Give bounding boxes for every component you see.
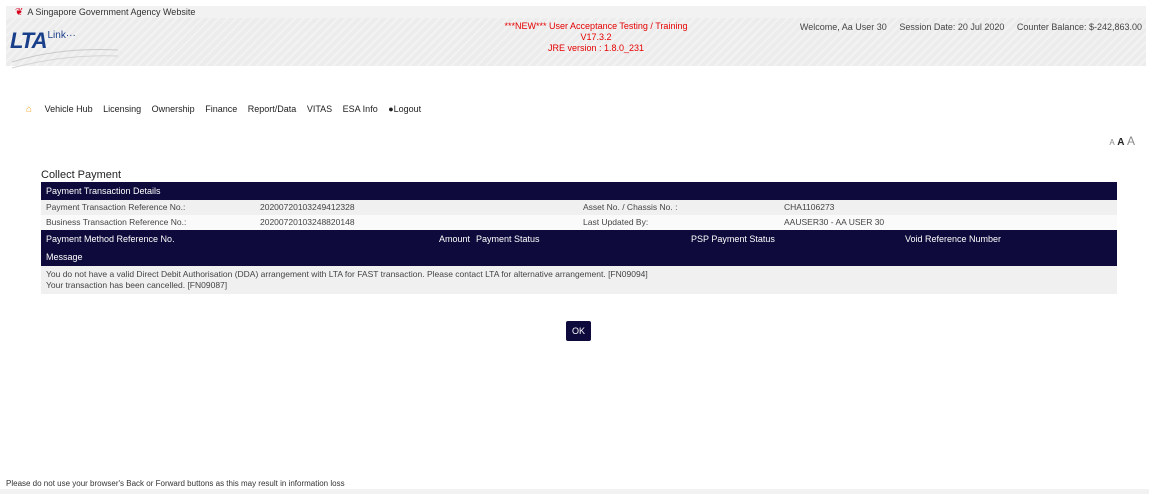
logo-swoosh-icon [11,49,119,69]
col-payment-status: Payment Status [476,234,540,244]
page-title: Collect Payment [41,169,122,181]
col-payment-ref: Payment Method Reference No. [46,234,175,244]
welcome-text: Welcome, Aa User 30 [799,22,887,32]
font-small-button[interactable]: A [1109,138,1114,147]
env-line-2: V17.3.2 [580,32,612,42]
ptd-value: 20200720103248820148 [260,217,355,227]
font-size-controls: A A A [1109,134,1135,148]
ptd-header: Payment Transaction Details [41,182,1117,200]
ptd-label: Asset No. / Chassis No. : [583,202,678,212]
font-medium-button[interactable]: A [1117,137,1124,148]
col-amount: Amount [439,234,471,244]
nav-vitas[interactable]: VITAS [307,104,332,114]
logout-label: Logout [393,104,422,114]
col-void-ref: Void Reference Number [905,234,1002,244]
logout-link[interactable]: ●Logout [388,104,421,114]
gov-banner-text: A Singapore Government Agency Website [27,7,196,17]
home-icon[interactable]: ⌂ [26,104,32,115]
ptd-label: Business Transaction Reference No.: [46,217,187,227]
nav-vehicle-hub[interactable]: Vehicle Hub [45,104,93,114]
main-nav: ⌂ Vehicle Hub Licensing Ownership Financ… [26,104,421,115]
ok-button[interactable]: OK [566,321,591,341]
counter-balance: Counter Balance: $-242,863.00 [1016,22,1142,32]
nav-esa-info[interactable]: ESA Info [343,104,378,114]
nav-ownership[interactable]: Ownership [152,104,195,114]
env-line-3: JRE version : 1.8.0_231 [547,43,645,53]
ptd-label: Last Updated By: [583,217,649,227]
gov-banner: ❦ A Singapore Government Agency Website [6,6,1146,18]
ptd-label: Payment Transaction Reference No.: [46,202,186,212]
ptd-value: 20200720103249412328 [260,202,355,212]
footer-note: Please do not use your browser's Back or… [6,479,345,488]
payment-method-header: Payment Method Reference No. Amount Paym… [41,230,1117,248]
logo-suffix-text: Link··· [47,30,76,41]
footer-divider [0,489,1149,494]
collect-payment-panel: Collect Payment Payment Transaction Deta… [41,168,1117,294]
nav-finance[interactable]: Finance [205,104,237,114]
message-line: Your transaction has been cancelled. [FN… [46,280,228,290]
ptd-value: AAUSER30 - AA USER 30 [784,217,885,227]
message-header: Message [41,248,1117,266]
app-header: LTALink··· ***NEW*** User Acceptance Tes… [6,18,1146,69]
nav-licensing[interactable]: Licensing [103,104,141,114]
lta-link-logo[interactable]: LTALink··· [10,28,119,69]
message-box: You do not have a valid Direct Debit Aut… [41,266,1117,294]
nav-report-data[interactable]: Report/Data [248,104,297,114]
ptd-row: Payment Transaction Reference No.: 20200… [41,200,1117,215]
session-info: Welcome, Aa User 30 Session Date: 20 Jul… [790,22,1142,32]
font-large-button[interactable]: A [1127,134,1135,148]
ptd-value: CHA1106273 [784,202,835,212]
ptd-row: Business Transaction Reference No.: 2020… [41,215,1117,230]
col-psp-status: PSP Payment Status [691,234,775,244]
env-line-1: ***NEW*** User Acceptance Testing / Trai… [504,21,688,31]
session-date: Session Date: 20 Jul 2020 [899,22,1005,32]
message-line: You do not have a valid Direct Debit Aut… [46,269,648,279]
environment-info: ***NEW*** User Acceptance Testing / Trai… [476,21,716,54]
